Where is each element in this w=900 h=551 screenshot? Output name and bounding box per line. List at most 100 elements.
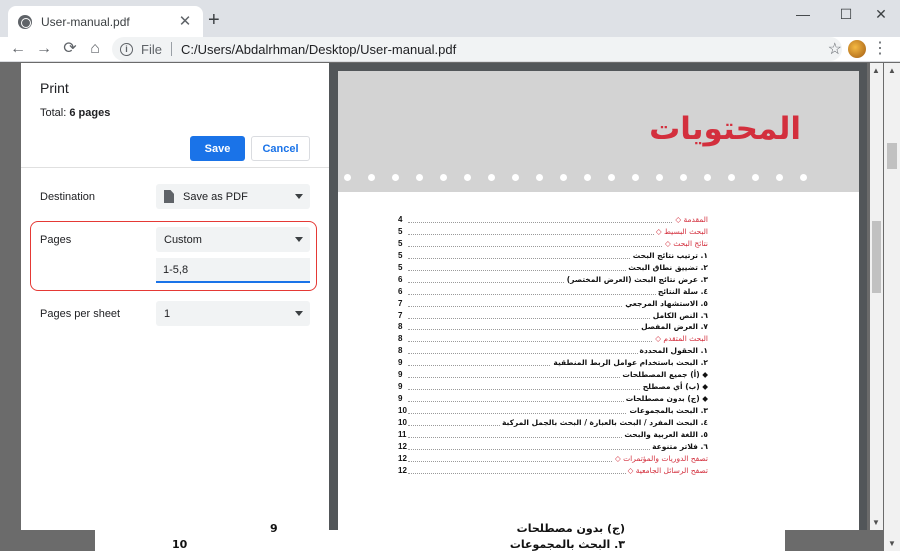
scroll-up-icon[interactable]: ▲ [872,66,880,75]
toc-row: ٦. النص الكامل 7 [398,309,708,322]
profile-avatar[interactable] [848,40,866,58]
scroll-down-icon[interactable]: ▼ [872,518,880,527]
toc-entry-text: ٦. فلاتر متنوعة [650,440,708,453]
dot-decoration [368,174,375,181]
toc-entry-text: ٢. تضييق نطاق البحث [626,261,708,274]
print-preview[interactable]: المحتويات المقدمة ◇ 4 البحث البسيط ◇ 5 نتائج… [329,63,867,530]
browser-tab[interactable]: User-manual.pdf ✕ [8,6,203,37]
toc-page-number: 10 [398,406,407,415]
minimize-button[interactable]: — [788,4,818,24]
toc-entry-text: المقدمة ◇ [673,214,708,226]
scroll-thumb[interactable] [887,143,897,169]
dot-decoration [464,174,471,181]
toc-page-number: 5 [398,262,403,272]
toc-page-number: 12 [398,453,407,463]
info-icon[interactable]: i [120,42,133,56]
destination-select[interactable]: Save as PDF [156,184,310,209]
toc-row: ٣. عرض نتائج البحث (العرض المختصر) 6 [398,273,708,286]
total-value: 6 pages [69,107,111,119]
preview-page: المحتويات المقدمة ◇ 4 البحث البسيط ◇ 5 نتائج… [338,71,859,530]
page-header-band: المحتويات [338,71,859,192]
toc-entry-text: ٤. سلة النتائج [655,285,708,298]
toc-page-number: 5 [398,226,403,236]
print-title: Print [40,80,69,96]
total-label: Total: [40,107,70,119]
globe-icon [18,14,32,29]
toc-entry-text: ٤. البحث المفرد / البحث بالعبارة / البحث… [499,416,708,429]
dotted-leader [408,222,708,223]
toc-entry-text: ٣. عرض نتائج البحث (العرض المختصر) [564,273,708,286]
toc-page-number: 10 [398,417,407,427]
close-window-button[interactable]: ✕ [866,4,896,24]
dot-decoration [680,174,687,181]
toc-page-number: 5 [398,238,403,248]
dot-decoration [800,174,807,181]
pages-range-input[interactable]: 1-5,8 [156,258,310,283]
tab-title: User-manual.pdf [41,14,130,29]
toc-page-number: 7 [398,298,403,308]
bg-page-number: 9 [270,522,278,535]
url-scheme: File [141,41,162,57]
pages-per-sheet-value: 1 [164,307,171,320]
cancel-button[interactable]: Cancel [251,136,310,161]
dot-decoration [512,174,519,181]
dot-decoration [344,174,351,181]
dot-decoration [776,174,783,181]
dot-decoration [656,174,663,181]
forward-icon[interactable]: → [34,39,54,59]
toc-entry-text: ◆ (ب) أي مصطلح [640,381,708,394]
toc-row: نتائج البحث ◇ 5 [398,237,708,250]
scroll-down-icon[interactable]: ▼ [888,539,896,548]
save-button[interactable]: Save [190,136,245,161]
new-tab-button[interactable]: + [208,10,220,30]
bookmark-star-icon[interactable]: ☆ [828,39,842,59]
toc-row: ٥. الاستشهاد المرجعي 7 [398,297,708,310]
chevron-down-icon [295,194,303,199]
close-tab-icon[interactable]: ✕ [177,13,193,30]
toc-entry-text: ٢. البحث باستخدام عوامل الربط المنطقية [551,357,708,370]
preview-scrollbar[interactable]: ▲ ▼ [870,63,883,530]
contents-heading: المحتويات [649,111,801,147]
back-icon[interactable]: ← [8,39,28,59]
dot-decoration [704,174,711,181]
toc-page-number: 12 [398,441,407,451]
toc-page-number: 9 [398,382,403,392]
dot-decoration [440,174,447,181]
reload-icon[interactable]: ⟳ [60,39,80,59]
toc-entry-text: البحث البسيط ◇ [653,225,708,238]
maximize-button[interactable]: ☐ [831,4,861,24]
dot-decoration [536,174,543,181]
toc-page-number: 12 [398,465,407,475]
toc-page-number: 5 [398,250,403,260]
menu-icon[interactable]: ⋮ [872,40,888,58]
toc-page-number: 8 [398,322,403,332]
dot-decoration [392,174,399,181]
url-separator [170,42,172,56]
destination-value: Save as PDF [183,190,248,203]
toc-page-number: 11 [398,429,407,439]
toc-page-number: 8 [398,334,403,344]
toc-page-number: 9 [398,370,403,380]
home-icon[interactable]: ⌂ [85,39,105,59]
toc-row: ٤. البحث المفرد / البحث بالعبارة / البحث… [398,416,708,429]
toc-row: ◆ (ب) أي مصطلح 9 [398,381,708,394]
toc-entry-text: ٥. الاستشهاد المرجعي [623,297,708,310]
toc-entry-text: تصفح الرسائل الجامعية ◇ [625,464,708,477]
pages-per-sheet-label: Pages per sheet [40,308,121,320]
scroll-up-icon[interactable]: ▲ [888,66,896,75]
toc-page-number: 8 [398,346,403,356]
toc-row: ١. ترتيب نتائج البحث 5 [398,249,708,262]
url-path[interactable]: C:/Users/Abdalrhman/Desktop/User-manual.… [181,42,456,57]
bg-entry: (ج) بدون مصطلحات [516,522,625,535]
toc-entry-text: ◆ (ج) بدون مصطلحات [623,393,708,406]
toc-page-number: 6 [398,286,403,296]
page-scrollbar[interactable]: ▲ ▼ [884,63,900,551]
toc-row: ٦. فلاتر متنوعة 12 [398,440,708,453]
toc-row: ٣. البحث بالمجموعات 10 [398,405,708,417]
dot-decoration [608,174,615,181]
pages-per-sheet-select[interactable]: 1 [156,301,310,326]
address-bar[interactable]: i File C:/Users/Abdalrhman/Desktop/User-… [112,37,842,61]
dot-decoration [488,174,495,181]
pages-select[interactable]: Custom [156,227,310,252]
scroll-thumb[interactable] [872,221,881,293]
